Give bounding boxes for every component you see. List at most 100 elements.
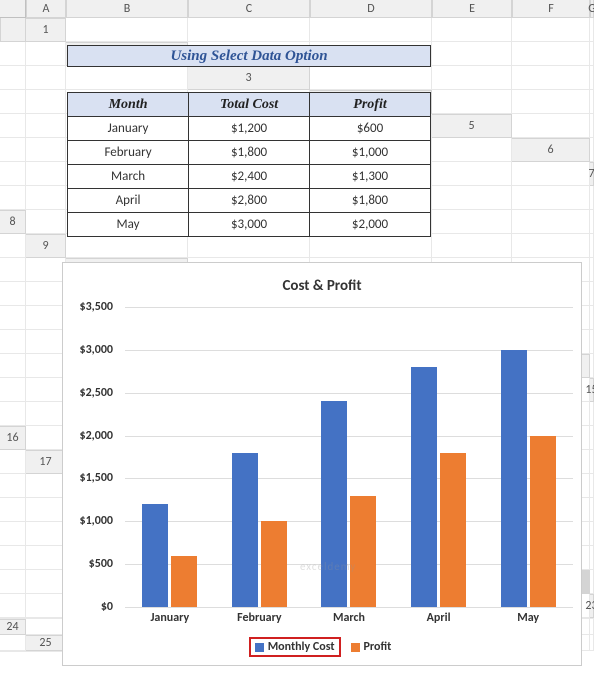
cell[interactable]: [432, 138, 512, 162]
table-cell[interactable]: $1,200: [189, 117, 310, 141]
cell[interactable]: [0, 282, 26, 306]
column-header[interactable]: B: [66, 0, 188, 18]
cell[interactable]: [26, 210, 66, 234]
cell[interactable]: [26, 522, 66, 546]
row-header[interactable]: 15: [590, 378, 594, 402]
table-cell[interactable]: May: [68, 213, 189, 237]
cell[interactable]: [590, 402, 594, 426]
cell[interactable]: [66, 18, 188, 42]
table-cell[interactable]: $1,300: [310, 165, 431, 189]
cell[interactable]: [0, 522, 26, 546]
table-cell[interactable]: March: [68, 165, 189, 189]
cell[interactable]: [26, 594, 66, 618]
cell[interactable]: [0, 498, 26, 522]
table-cell[interactable]: February: [68, 141, 189, 165]
cell[interactable]: [432, 234, 512, 258]
cell[interactable]: [590, 282, 594, 306]
cell[interactable]: [512, 186, 590, 210]
cell[interactable]: [0, 258, 26, 282]
cell[interactable]: [0, 354, 26, 378]
cell[interactable]: [0, 234, 26, 258]
table-cell[interactable]: April: [68, 189, 189, 213]
row-header[interactable]: 8: [0, 210, 26, 234]
cell[interactable]: [26, 378, 66, 402]
cell[interactable]: [590, 42, 594, 66]
cell[interactable]: [26, 138, 66, 162]
cell[interactable]: [0, 402, 26, 426]
cell[interactable]: [0, 635, 26, 651]
cell[interactable]: [590, 426, 594, 450]
bar[interactable]: [261, 521, 287, 607]
cell[interactable]: [0, 114, 26, 138]
cell[interactable]: [0, 162, 26, 186]
row-header[interactable]: 25: [26, 635, 66, 651]
cell[interactable]: [590, 258, 594, 282]
row-header[interactable]: 23: [590, 594, 594, 618]
table-cell[interactable]: $1,000: [310, 141, 431, 165]
cell[interactable]: [310, 66, 432, 90]
cell[interactable]: [26, 619, 66, 635]
cell[interactable]: [0, 570, 26, 594]
cell[interactable]: [590, 354, 594, 378]
cell[interactable]: [188, 18, 310, 42]
cell[interactable]: [26, 42, 66, 66]
cell[interactable]: [26, 66, 66, 90]
cell[interactable]: [512, 42, 590, 66]
bar[interactable]: [321, 401, 347, 607]
column-header[interactable]: [0, 18, 26, 42]
column-header[interactable]: E: [432, 0, 512, 18]
column-header[interactable]: C: [188, 0, 310, 18]
cell[interactable]: [590, 186, 594, 210]
cell[interactable]: [590, 66, 594, 90]
row-header[interactable]: 17: [26, 450, 66, 474]
cell[interactable]: [0, 546, 26, 570]
table-cell[interactable]: January: [68, 117, 189, 141]
cell[interactable]: [26, 426, 66, 450]
cell[interactable]: [590, 619, 594, 635]
cell[interactable]: [512, 210, 590, 234]
cell[interactable]: [0, 330, 26, 354]
cell[interactable]: [432, 210, 512, 234]
cell[interactable]: [26, 546, 66, 570]
cell[interactable]: [26, 114, 66, 138]
bar[interactable]: [530, 436, 556, 607]
cell[interactable]: [66, 66, 188, 90]
cell[interactable]: [0, 66, 26, 90]
cell[interactable]: [26, 402, 66, 426]
cell[interactable]: [512, 90, 590, 114]
cell[interactable]: [26, 306, 66, 330]
cell[interactable]: [432, 186, 512, 210]
cell[interactable]: [0, 42, 26, 66]
row-header[interactable]: 9: [26, 234, 66, 258]
bar[interactable]: [411, 367, 437, 607]
row-header[interactable]: 3: [188, 66, 310, 90]
cell[interactable]: [0, 594, 26, 618]
cell[interactable]: [590, 546, 594, 570]
grid-corner[interactable]: [0, 0, 26, 18]
cell[interactable]: [0, 186, 26, 210]
bar[interactable]: [501, 350, 527, 607]
cell[interactable]: [26, 282, 66, 306]
cell[interactable]: [512, 18, 590, 42]
cell[interactable]: [0, 378, 26, 402]
cell[interactable]: [26, 186, 66, 210]
cell[interactable]: [432, 162, 512, 186]
cell[interactable]: [0, 90, 26, 114]
legend-item[interactable]: Profit: [347, 639, 396, 655]
row-header[interactable]: 16: [0, 426, 26, 450]
bar[interactable]: [350, 496, 376, 607]
cell[interactable]: [590, 90, 594, 114]
row-header[interactable]: 24: [0, 619, 26, 635]
cell[interactable]: [26, 162, 66, 186]
cell[interactable]: [26, 258, 66, 282]
bar[interactable]: [440, 453, 466, 607]
cell[interactable]: [512, 162, 590, 186]
cell[interactable]: [26, 474, 66, 498]
table-cell[interactable]: $1,800: [310, 189, 431, 213]
cell[interactable]: [432, 42, 512, 66]
cell[interactable]: [590, 635, 594, 651]
cell[interactable]: [26, 498, 66, 522]
cell[interactable]: [432, 18, 512, 42]
cell[interactable]: [590, 522, 594, 546]
cell[interactable]: [590, 450, 594, 474]
